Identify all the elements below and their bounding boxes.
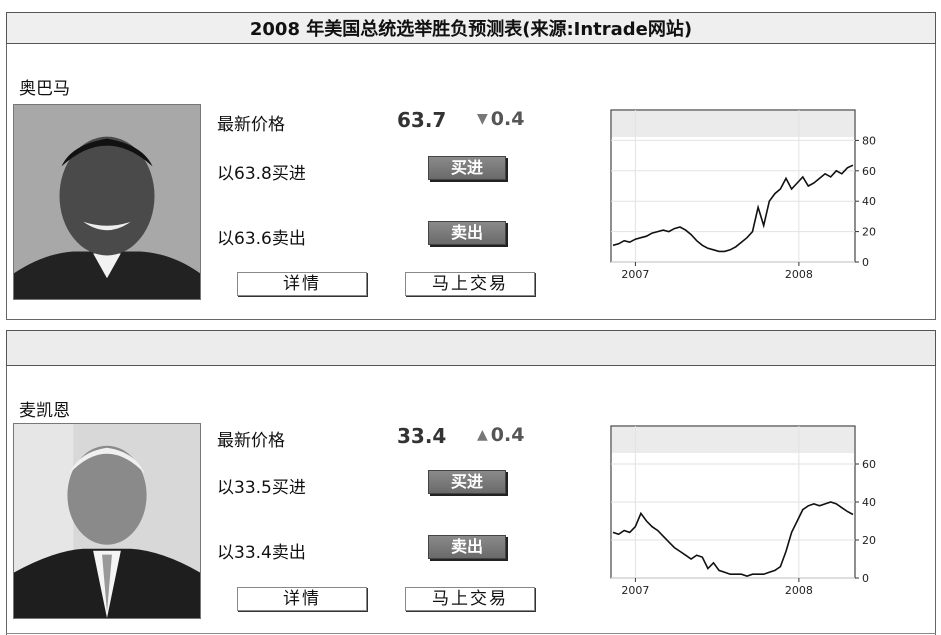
- buy-button[interactable]: 买进: [428, 156, 506, 180]
- y-tick-label: 60: [862, 458, 876, 471]
- sell-button[interactable]: 卖出: [428, 221, 506, 245]
- candidate-photo: [13, 104, 201, 300]
- y-tick-label: 80: [862, 134, 876, 147]
- price-change-value: 0.4: [490, 424, 525, 446]
- y-tick-label: 0: [862, 256, 869, 269]
- y-tick-label: 20: [862, 226, 876, 239]
- price-chart: 0 20 40 60 2007 2008: [605, 420, 889, 616]
- sell-price-label: 以63.6卖出: [217, 229, 306, 249]
- candidate-name: 奥巴马: [19, 79, 70, 99]
- trade-now-button[interactable]: 马上交易: [405, 272, 535, 296]
- details-button[interactable]: 详情: [237, 587, 367, 611]
- up-arrow-icon: ▲: [477, 427, 488, 443]
- buy-button[interactable]: 买进: [428, 470, 506, 494]
- y-tick-label: 40: [862, 496, 876, 509]
- candidate-name: 麦凯恩: [19, 401, 70, 421]
- y-tick-label: 60: [862, 165, 876, 178]
- y-tick-label: 40: [862, 195, 876, 208]
- down-arrow-icon: ▼: [477, 111, 488, 127]
- price-chart-svg: 0 20 40 60 2007 2008: [610, 425, 876, 597]
- price-change: ▲ 0.4: [477, 424, 524, 446]
- bottom-divider: [6, 633, 936, 634]
- price-change: ▼ 0.4: [477, 108, 524, 130]
- sell-price-label: 以33.4卖出: [217, 543, 306, 563]
- latest-price-label: 最新价格: [217, 115, 285, 135]
- trade-now-button[interactable]: 马上交易: [405, 587, 535, 611]
- sell-button[interactable]: 卖出: [428, 535, 506, 559]
- x-tick-label: 2008: [785, 584, 813, 597]
- buy-price-label: 以33.5买进: [217, 478, 306, 498]
- plot-header-band: [612, 427, 854, 453]
- price-chart: 0 20 40 60 80 2007 2008: [605, 104, 889, 300]
- latest-price-value: 63.7: [397, 108, 447, 132]
- price-change-value: 0.4: [490, 108, 525, 130]
- plot-header-band: [612, 111, 854, 137]
- candidate-photo: [13, 423, 201, 619]
- y-tick-label: 0: [862, 572, 869, 585]
- candidate-panel-mccain: 麦凯恩 最新价格 33.4 ▲ 0.4 以33.5买进 买进 以33.4卖出 卖…: [6, 366, 936, 635]
- latest-price-label: 最新价格: [217, 431, 285, 451]
- separator-bar: [6, 330, 936, 366]
- buy-price-label: 以63.8买进: [217, 164, 306, 184]
- x-tick-label: 2008: [785, 268, 813, 281]
- candidate-panel-obama: 奥巴马 最新价格 63.7 ▼ 0.4 以63.8买进 买进 以63.6卖出 卖…: [6, 44, 936, 320]
- price-chart-svg: 0 20 40 60 80 2007 2008: [610, 109, 876, 281]
- x-tick-label: 2007: [621, 584, 649, 597]
- x-tick-label: 2007: [621, 268, 649, 281]
- page-title: 2008 年美国总统选举胜负预测表(来源:Intrade网站): [6, 12, 936, 44]
- details-button[interactable]: 详情: [237, 272, 367, 296]
- latest-price-value: 33.4: [397, 424, 447, 448]
- y-tick-label: 20: [862, 534, 876, 547]
